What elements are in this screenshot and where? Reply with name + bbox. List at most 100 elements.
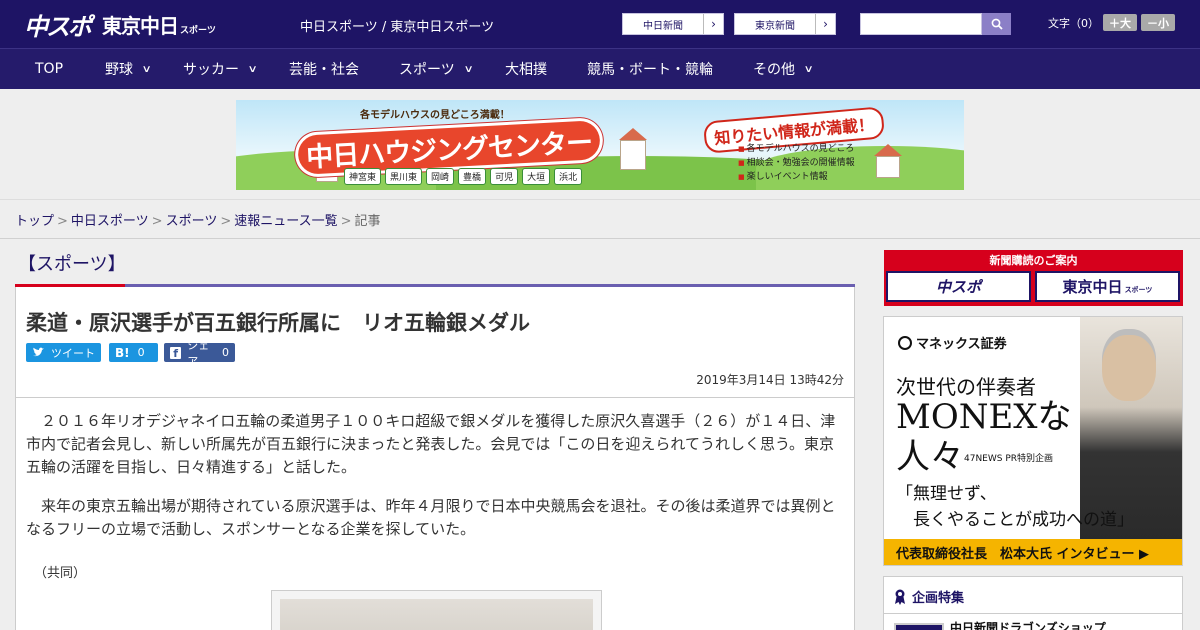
ad-roof xyxy=(619,128,647,140)
nav-item-keiba[interactable]: 競馬・ボート・競輪 xyxy=(587,49,713,89)
subscribe-chuspo-button[interactable]: 中スポ xyxy=(886,271,1031,302)
breadcrumb-separator: > xyxy=(151,214,163,229)
breadcrumb-sports[interactable]: スポーツ xyxy=(166,214,218,229)
breadcrumb-separator: > xyxy=(340,214,352,229)
monex-logo-icon xyxy=(898,336,912,350)
tokyo-shimbun-button[interactable]: 東京新聞 › xyxy=(734,13,836,35)
chevron-down-icon: ∨ xyxy=(463,63,474,75)
logo-sports-small: スポーツ xyxy=(180,25,216,36)
nav-label: 野球 xyxy=(105,62,133,78)
search-input[interactable] xyxy=(860,13,982,35)
article-body-card: ２０１６年リオデジャネイロ五輪の柔道男子１００キロ超級で銀メダルを獲得した原沢久… xyxy=(15,398,855,630)
subscribe-chuspo-label: 中スポ xyxy=(935,278,981,296)
ribbon-icon xyxy=(895,589,905,605)
nav-item-entertainment[interactable]: 芸能・社会 xyxy=(289,49,359,89)
chevron-right-icon: › xyxy=(815,14,835,34)
hatena-bookmark-button[interactable]: B! 0 xyxy=(109,343,158,362)
facebook-icon: f xyxy=(170,346,182,360)
ad-roof xyxy=(874,144,902,156)
font-size-label: 文字（0） xyxy=(1048,16,1099,30)
article-paragraph: ２０１６年リオデジャネイロ五輪の柔道男子１００キロ超級で銀メダルを獲得した原沢久… xyxy=(26,412,836,476)
ad-house xyxy=(876,156,900,178)
feature-box: 企画特集 中日新聞ドラゴンズショップ xyxy=(883,576,1183,630)
feature-item-link[interactable]: 中日新聞ドラゴンズショップ xyxy=(950,619,1106,630)
feature-title: 企画特集 xyxy=(912,591,965,606)
twitter-icon xyxy=(33,347,44,357)
subscribe-tokyo-chunichi-label: 東京中日 xyxy=(1062,278,1123,296)
breadcrumb-chunichi-sports[interactable]: 中日スポーツ xyxy=(71,214,149,229)
article-photo[interactable] xyxy=(271,590,602,630)
ad-city: 豊橋 xyxy=(458,168,487,185)
hatena-count: 0 xyxy=(137,346,145,359)
chevron-right-icon: › xyxy=(703,14,723,34)
nav-item-soccer[interactable]: サッカー ∨ xyxy=(183,49,258,89)
search-button[interactable] xyxy=(982,13,1011,35)
monex-title-line1: MONEXな xyxy=(896,397,1072,437)
article-credit: （共同） xyxy=(34,566,87,581)
subscription-title: 新聞購読のご案内 xyxy=(989,254,1078,267)
ad-city: 大垣 xyxy=(522,168,551,185)
ad-city: 神宮東 xyxy=(344,168,382,185)
chevron-down-icon: ∨ xyxy=(803,63,814,75)
site-search xyxy=(860,13,1011,35)
divider xyxy=(884,613,1182,614)
facebook-count: 0 xyxy=(222,346,229,359)
facebook-share-button[interactable]: f シェア 0 xyxy=(164,339,235,368)
font-larger-button[interactable]: ＋大 xyxy=(1103,14,1137,31)
ad-city: 岡崎 xyxy=(426,168,455,185)
main-nav: TOP 野球 ∨ サッカー ∨ 芸能・社会 スポーツ ∨ 大相撲 競馬・ボート・競輪 … xyxy=(0,48,1200,89)
monex-brand-label: マネックス証券 xyxy=(916,337,1007,352)
subscribe-sports-small: スポーツ xyxy=(1124,285,1153,294)
subscribe-tokyo-chunichi-button[interactable]: 東京中日 スポーツ xyxy=(1035,271,1180,302)
tweet-label: ツイート xyxy=(51,346,95,360)
tokyo-shimbun-label: 東京新聞 xyxy=(755,20,795,32)
monex-pr-label: 47NEWS PR特別企画 xyxy=(964,454,1054,464)
article-header: 柔道・原沢選手が百五銀行所属に リオ五輪銀メダル ツイート B! 0 f シェア… xyxy=(15,287,855,398)
breadcrumb-current: 記事 xyxy=(354,214,381,229)
chunichi-shimbun-button[interactable]: 中日新聞 › xyxy=(622,13,724,35)
site-links[interactable]: 中日スポーツ / 東京中日スポーツ xyxy=(300,16,494,35)
category-label: 【スポーツ】 xyxy=(18,254,126,275)
nav-label: 競馬・ボート・競輪 xyxy=(587,62,713,78)
ad-bullets: 各モデルハウスの見どころ 相談会・勉強会の開催情報 楽しいイベント情報 xyxy=(738,142,855,184)
monex-interview-link: 代表取締役社長 松本大氏 インタビュー ▶ xyxy=(884,539,1182,565)
housing-center-ad[interactable]: 各モデルハウスの見どころ満載！ 中日ハウジングセンター 知りたい情報が満載！ 神… xyxy=(236,100,964,190)
monex-quote: 「無理せず、 長くやることが成功への道」 xyxy=(896,481,1134,533)
nav-label: 芸能・社会 xyxy=(289,62,359,78)
hatena-icon: B! xyxy=(115,345,130,360)
breadcrumb-top[interactable]: トップ xyxy=(15,214,54,229)
font-smaller-button[interactable]: －小 xyxy=(1141,14,1175,31)
ad-house xyxy=(620,140,646,170)
nav-item-top[interactable]: TOP xyxy=(35,49,63,89)
monex-quote-line1: 「無理せず、 xyxy=(896,484,997,504)
nav-label: 大相撲 xyxy=(505,62,547,78)
photo-image xyxy=(280,599,593,630)
ad-city-list: 神宮東 黒川東 岡崎 豊橋 可児 大垣 浜北 xyxy=(344,168,586,185)
logo-chuspo: 中スポ xyxy=(24,12,92,41)
subscription-box: 新聞購読のご案内 中スポ 東京中日 スポーツ xyxy=(884,250,1183,306)
nav-label: スポーツ xyxy=(399,62,455,78)
monex-title: MONEXな 人々 xyxy=(896,397,1071,477)
breadcrumb-news-list[interactable]: 速報ニュース一覧 xyxy=(234,214,337,229)
breadcrumb-separator: > xyxy=(220,214,232,229)
breadcrumb-separator: > xyxy=(57,214,68,229)
feature-thumbnail[interactable] xyxy=(894,623,944,630)
facebook-share-label: シェア xyxy=(187,338,210,368)
article-headline: 柔道・原沢選手が百五銀行所属に リオ五輪銀メダル xyxy=(26,311,530,335)
ad-bullet: 楽しいイベント情報 xyxy=(738,170,855,184)
divider xyxy=(0,238,1200,239)
nav-label: サッカー xyxy=(183,62,239,78)
ad-city: 黒川東 xyxy=(385,168,423,185)
nav-item-other[interactable]: その他 ∨ xyxy=(753,49,814,89)
site-header: 中スポ 東京中日 スポーツ 中日スポーツ / 東京中日スポーツ 中日新聞 › 東… xyxy=(0,0,1200,48)
site-logo[interactable]: 中スポ 東京中日 スポーツ xyxy=(24,8,216,41)
monex-ad[interactable]: マネックス証券 次世代の伴奏者 MONEXな 人々 47NEWS PR特別企画 … xyxy=(883,316,1183,566)
nav-item-sports[interactable]: スポーツ ∨ xyxy=(399,49,474,89)
tweet-button[interactable]: ツイート xyxy=(26,343,101,362)
breadcrumb: トップ > 中日スポーツ > スポーツ > 速報ニュース一覧 > 記事 xyxy=(15,210,381,229)
ad-portrait-head xyxy=(1102,335,1156,401)
article-paragraph: 来年の東京五輪出場が期待されている原沢選手は、昨年４月限りで日本中央競馬会を退社… xyxy=(26,497,836,538)
chunichi-shimbun-label: 中日新聞 xyxy=(643,20,683,32)
nav-item-sumo[interactable]: 大相撲 xyxy=(505,49,547,89)
nav-item-baseball[interactable]: 野球 ∨ xyxy=(105,49,152,89)
